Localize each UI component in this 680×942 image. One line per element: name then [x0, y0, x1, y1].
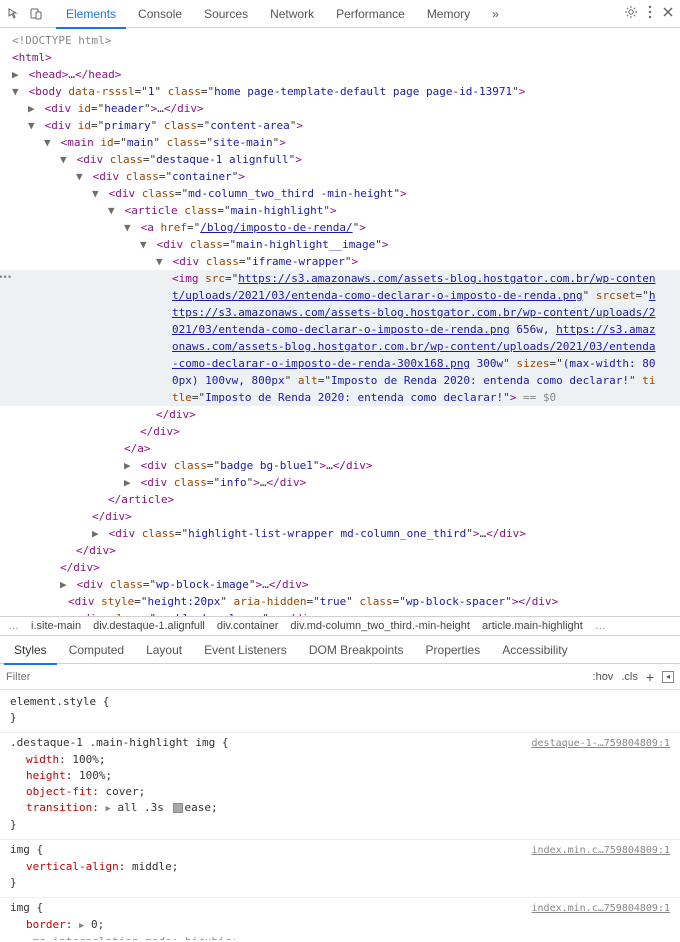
breadcrumb-item[interactable]: i.site-main [31, 620, 81, 632]
breadcrumb-item[interactable]: div.container [217, 620, 279, 632]
cls-toggle[interactable]: .cls [621, 671, 638, 683]
styles-tab-styles[interactable]: Styles [4, 636, 57, 664]
css-rule[interactable]: img {index.min.c…759804809:1 vertical-al… [0, 840, 680, 898]
dom-line[interactable]: </div> [0, 423, 680, 440]
dom-line[interactable]: <html> [0, 49, 680, 66]
tab-network[interactable]: Network [260, 0, 324, 28]
tab-performance[interactable]: Performance [326, 0, 415, 28]
dom-line[interactable]: ▶ <head>…</head> [0, 66, 680, 83]
gear-icon[interactable] [624, 5, 638, 22]
toolbar-left [6, 6, 44, 22]
dom-line[interactable]: </div> [0, 542, 680, 559]
hov-toggle[interactable]: :hov [593, 671, 614, 683]
styles-tab-properties[interactable]: Properties [416, 636, 491, 664]
source-link[interactable]: destaque-1-…759804809:1 [532, 736, 670, 752]
dom-line[interactable]: ▼ <body data-rsssl="1" class="home page-… [0, 83, 680, 100]
box-model-icon[interactable]: ◂ [662, 671, 674, 683]
dom-line[interactable]: ▼ <div class="destaque-1 alignfull"> [0, 151, 680, 168]
styles-tab-event-listeners[interactable]: Event Listeners [194, 636, 297, 664]
styles-tabs: Styles Computed Layout Event Listeners D… [0, 636, 680, 664]
styles-tab-layout[interactable]: Layout [136, 636, 192, 664]
dom-line[interactable]: </div> [0, 406, 680, 423]
dom-line[interactable]: </a> [0, 440, 680, 457]
dom-line[interactable]: <div style="height:20px" aria-hidden="tr… [0, 593, 680, 610]
dom-line[interactable]: ▶ <div class="highlight-list-wrapper md-… [0, 525, 680, 542]
dom-line[interactable]: ▶ <div class="wp-block-image">…</div> [0, 576, 680, 593]
breadcrumb-item[interactable]: article.main-highlight [482, 620, 583, 632]
dom-line-selected[interactable]: <img src="https://s3.amazonaws.com/asset… [0, 270, 680, 406]
dom-line[interactable]: </div> [0, 559, 680, 576]
dom-line[interactable]: ▶ <div class="wp-block-columns">…</div> [0, 610, 680, 616]
toolbar-right [624, 5, 674, 22]
dom-line[interactable]: ▶ <div id="header">…</div> [0, 100, 680, 117]
filter-input[interactable] [6, 671, 593, 683]
tab-sources[interactable]: Sources [194, 0, 258, 28]
dom-line[interactable]: <!DOCTYPE html> [0, 32, 680, 49]
dom-line[interactable]: ▶ <div class="badge bg-blue1">…</div> [0, 457, 680, 474]
css-rule[interactable]: img {index.min.c…759804809:1 border: ▶ 0… [0, 898, 680, 940]
device-mode-icon[interactable] [28, 6, 44, 22]
css-rule[interactable]: .destaque-1 .main-highlight img {destaqu… [0, 733, 680, 840]
css-rule[interactable]: element.style { } [0, 692, 680, 733]
source-link[interactable]: index.min.c…759804809:1 [532, 843, 670, 859]
styles-tab-dom-breakpoints[interactable]: DOM Breakpoints [299, 636, 414, 664]
dom-line[interactable]: ▼ <article class="main-highlight"> [0, 202, 680, 219]
styles-tab-computed[interactable]: Computed [59, 636, 134, 664]
add-rule-icon[interactable]: + [646, 669, 654, 685]
breadcrumb-item[interactable]: … [8, 620, 19, 632]
dom-line[interactable]: ▼ <div id="primary" class="content-area"… [0, 117, 680, 134]
breadcrumb-item[interactable]: div.md-column_two_third.-min-height [290, 620, 470, 632]
dom-line[interactable]: ▼ <div class="iframe-wrapper"> [0, 253, 680, 270]
dom-line[interactable]: ▼ <div class="container"> [0, 168, 680, 185]
breadcrumb[interactable]: … i.site-main div.destaque-1.alignfull d… [0, 616, 680, 636]
styles-tab-accessibility[interactable]: Accessibility [492, 636, 577, 664]
dom-line[interactable]: ▼ <div class="md-column_two_third -min-h… [0, 185, 680, 202]
dom-line[interactable]: </div> [0, 508, 680, 525]
dom-line[interactable]: ▼ <main id="main" class="site-main"> [0, 134, 680, 151]
tab-console[interactable]: Console [128, 0, 192, 28]
source-link[interactable]: index.min.c…759804809:1 [532, 901, 670, 917]
breadcrumb-item[interactable]: div.destaque-1.alignfull [93, 620, 205, 632]
dom-tree[interactable]: <!DOCTYPE html> <html> ▶ <head>…</head> … [0, 28, 680, 616]
dom-line[interactable]: ▼ <a href="/blog/imposto-de-renda/"> [0, 219, 680, 236]
styles-panel[interactable]: element.style { } .destaque-1 .main-high… [0, 690, 680, 940]
easing-swatch[interactable] [173, 803, 183, 813]
breadcrumb-item[interactable]: … [595, 620, 606, 632]
close-icon[interactable] [662, 6, 674, 21]
tab-memory[interactable]: Memory [417, 0, 480, 28]
tab-more[interactable]: » [482, 0, 509, 28]
dom-line[interactable]: </article> [0, 491, 680, 508]
dom-line[interactable]: ▼ <div class="main-highlight__image"> [0, 236, 680, 253]
tab-elements[interactable]: Elements [56, 0, 126, 28]
kebab-icon[interactable] [648, 5, 652, 22]
dom-line[interactable]: ▶ <div class="info">…</div> [0, 474, 680, 491]
filter-row: :hov .cls + ◂ [0, 664, 680, 690]
devtools-toolbar: Elements Console Sources Network Perform… [0, 0, 680, 28]
panel-tabs: Elements Console Sources Network Perform… [56, 0, 620, 28]
inspect-icon[interactable] [6, 6, 22, 22]
